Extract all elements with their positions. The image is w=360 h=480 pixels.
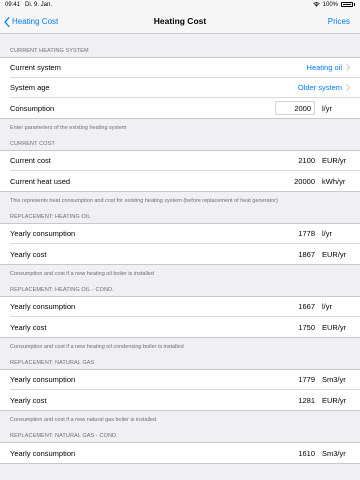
section-footer: Consumption and cost if a new heating oi… — [10, 344, 184, 350]
current-cost-group: Current cost 2100 EUR/yr Current heat us… — [0, 150, 360, 192]
section-header-heating-oil-cond: Replacement: Heating Oil - Cond. — [10, 287, 114, 293]
list-item: Yearly cost 1281 EUR/yr — [10, 390, 360, 410]
row-value: 1610 — [298, 448, 315, 458]
row-label: Yearly cost — [10, 395, 47, 405]
consumption-input[interactable] — [275, 101, 315, 115]
list-item: Yearly consumption 1778 l/yr — [10, 224, 360, 244]
heating-oil-group: Yearly consumption 1778 l/yr Yearly cost… — [0, 223, 360, 265]
list-item: Yearly consumption 1610 Sm3/yr — [10, 443, 360, 463]
current-system-group: Current system Heating oil System age Ol… — [0, 57, 360, 119]
row-label: Yearly cost — [10, 249, 47, 259]
natural-gas-cond-group: Yearly consumption 1610 Sm3/yr — [0, 442, 360, 464]
chevron-left-icon — [4, 16, 10, 27]
row-label: Current cost — [10, 156, 51, 165]
row-label: Yearly cost — [10, 322, 47, 332]
consumption-row: Consumption l/yr — [10, 98, 360, 118]
row-label: Consumption — [10, 103, 55, 113]
list-item: Yearly cost 1867 EUR/yr — [10, 244, 360, 264]
row-value: 1667 — [298, 302, 315, 311]
row-value: 20000 — [294, 176, 315, 186]
unit-label: EUR/yr — [322, 395, 347, 405]
section-header-current-cost: Current Cost — [10, 141, 55, 147]
section-footer: This represents heat consumption and cos… — [10, 198, 278, 204]
section-footer: Consumption and cost if a new heating oi… — [10, 271, 154, 277]
chevron-right-icon — [346, 64, 350, 71]
unit-label: EUR/yr — [322, 156, 347, 165]
system-age-value: Older system — [297, 83, 342, 92]
unit-label: EUR/yr — [322, 322, 347, 332]
prices-button[interactable]: Prices — [328, 9, 350, 34]
wifi-icon — [312, 2, 320, 7]
row-label: Current system — [10, 63, 61, 72]
row-label: Yearly consumption — [10, 229, 76, 238]
row-value: 1778 — [298, 229, 315, 238]
current-system-value: Heating oil — [306, 63, 342, 72]
unit-label: EUR/yr — [322, 249, 347, 259]
unit-label: kWh/yr — [322, 176, 346, 186]
row-label: Yearly consumption — [10, 375, 76, 384]
list-item: Yearly consumption 1779 Sm3/yr — [10, 370, 360, 390]
battery-percent: 100% — [322, 1, 338, 8]
heating-oil-cond-group: Yearly consumption 1667 l/yr Yearly cost… — [0, 296, 360, 338]
row-value: 1750 — [298, 322, 315, 332]
row-value: 2100 — [298, 156, 315, 165]
row-value: 1281 — [298, 395, 315, 405]
back-button-label: Heating Cost — [12, 17, 59, 26]
battery-icon — [341, 2, 353, 7]
unit-label: l/yr — [322, 103, 332, 113]
current-system-row[interactable]: Current system Heating oil — [10, 58, 360, 78]
section-footer: Enter parameters of the existing heating… — [10, 125, 127, 131]
section-header-natural-gas-cond: Replacement: Natural Gas - Cond. — [10, 433, 118, 439]
system-age-row[interactable]: System age Older system — [10, 78, 360, 98]
back-button[interactable]: Heating Cost — [4, 9, 58, 34]
section-header-current-system: Current Heating System — [10, 48, 89, 54]
list-item: Yearly cost 1750 EUR/yr — [10, 317, 360, 337]
unit-label: Sm3/yr — [322, 375, 346, 384]
list-item: Current cost 2100 EUR/yr — [10, 151, 360, 171]
status-bar: 09:41 Di. 9. Jan. 100% — [0, 0, 360, 9]
row-label: Current heat used — [10, 176, 71, 186]
page-title: Heating Cost — [153, 16, 207, 26]
unit-label: l/yr — [322, 302, 332, 311]
status-time: 09:41 — [5, 1, 21, 8]
row-label: Yearly consumption — [10, 448, 76, 458]
chevron-right-icon — [346, 84, 350, 91]
unit-label: Sm3/yr — [322, 448, 346, 458]
unit-label: l/yr — [322, 229, 332, 238]
natural-gas-group: Yearly consumption 1779 Sm3/yr Yearly co… — [0, 369, 360, 411]
row-value: 1867 — [298, 249, 315, 259]
list-item: Yearly consumption 1667 l/yr — [10, 297, 360, 317]
row-label: System age — [10, 83, 50, 92]
section-header-heating-oil: Replacement: Heating Oil — [10, 214, 91, 220]
section-footer: Consumption and cost if a new natural ga… — [10, 417, 157, 423]
list-item: Current heat used 20000 kWh/yr — [10, 171, 360, 191]
row-label: Yearly consumption — [10, 302, 76, 311]
row-value: 1779 — [298, 375, 315, 384]
navigation-bar: Heating Cost Heating Cost Prices — [0, 9, 360, 34]
section-header-natural-gas: Replacement: Natural Gas — [10, 360, 95, 366]
settings-list: Current Heating System Current system He… — [0, 34, 360, 464]
status-date: Di. 9. Jan. — [25, 1, 53, 8]
battery-tip — [354, 3, 355, 6]
